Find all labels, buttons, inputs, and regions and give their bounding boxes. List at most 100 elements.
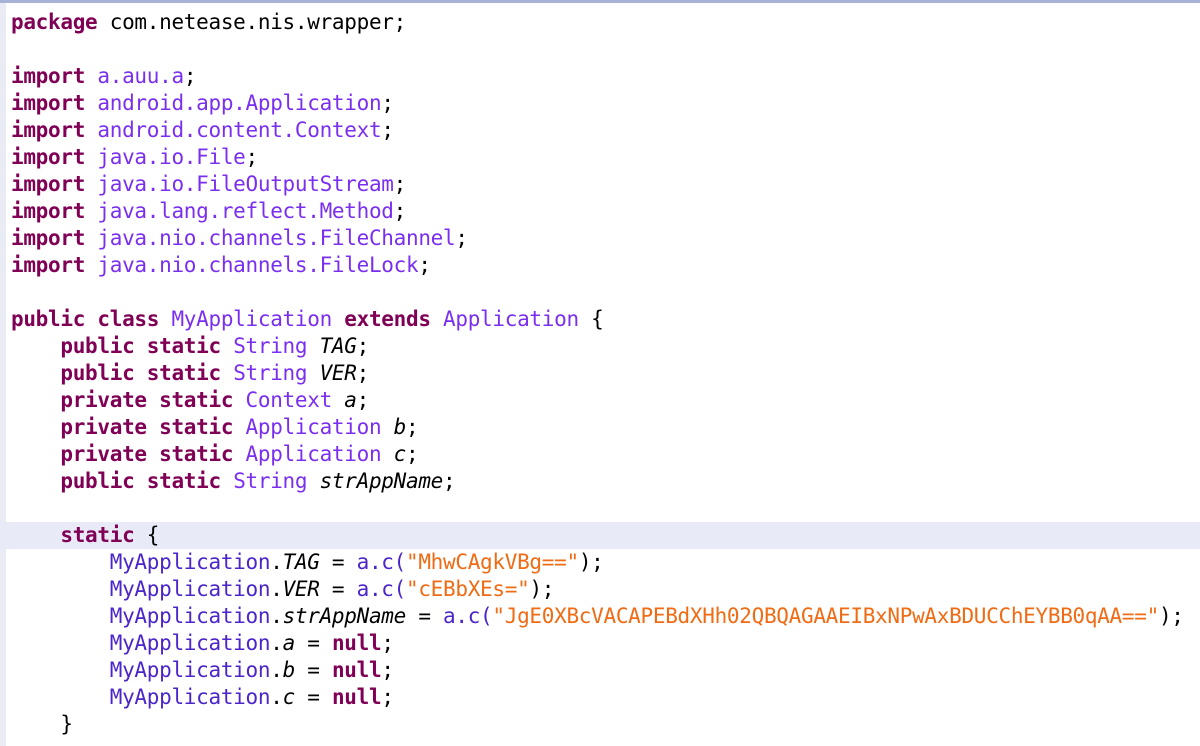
keyword: class xyxy=(97,307,160,331)
field-ref: TAG xyxy=(282,550,320,574)
editor-gutter xyxy=(0,3,6,746)
code-line-import: import java.io.FileOutputStream; xyxy=(11,172,406,196)
code-line-import: import android.content.Context; xyxy=(11,118,394,142)
string-literal: "MhwCAgkVBg==" xyxy=(406,550,579,574)
field-ref: VER xyxy=(282,577,320,601)
field-name: b xyxy=(393,415,407,439)
method-call: a.c( xyxy=(356,577,407,601)
modifiers: public static xyxy=(60,361,221,385)
code-editor[interactable]: package com.netease.nis.wrapper; import … xyxy=(0,0,1200,746)
field-name: c xyxy=(393,442,407,466)
class-ref: MyApplication xyxy=(109,658,271,682)
modifiers: public static xyxy=(60,334,221,358)
field-name: VER xyxy=(319,361,357,385)
code-line-field: private static Application c; xyxy=(60,442,419,466)
keyword: import xyxy=(11,118,86,142)
open-brace: { xyxy=(591,307,604,331)
code-line-field: public static String strAppName; xyxy=(60,469,456,493)
field-type: String xyxy=(233,361,308,385)
keyword: extends xyxy=(344,307,431,331)
code-line-package: package com.netease.nis.wrapper; xyxy=(11,10,406,34)
code-line-import: import java.nio.channels.FileLock; xyxy=(11,253,431,277)
code-line-close-brace: } xyxy=(11,711,1200,738)
field-type: Application xyxy=(245,415,382,439)
method-call: a.c( xyxy=(443,604,493,628)
code-line-assignment: MyApplication.a = null; xyxy=(109,631,394,655)
code-line-field: public static String TAG; xyxy=(60,334,369,358)
keyword: package xyxy=(11,10,98,34)
statement-end: ); xyxy=(578,550,604,574)
import-name: android.content.Context xyxy=(97,118,382,142)
null-keyword: null xyxy=(331,685,382,709)
code-line-field: private static Context a; xyxy=(60,388,369,412)
code-line-import: import a.auu.a; xyxy=(11,64,197,88)
statement-end: ; xyxy=(381,658,394,682)
statement-end: ; xyxy=(381,685,394,709)
code-line-assignment: MyApplication.VER = a.c("cEBbXEs="); xyxy=(109,577,555,601)
code-line-field: private static Application b; xyxy=(60,415,419,439)
class-ref: MyApplication xyxy=(109,550,271,574)
modifiers: private static xyxy=(60,388,234,412)
field-ref: a xyxy=(282,631,296,655)
code-line-import: import java.nio.channels.FileChannel; xyxy=(11,226,468,250)
code-line-assignment: MyApplication.TAG = a.c("MhwCAgkVBg=="); xyxy=(109,550,604,574)
keyword: import xyxy=(11,145,86,169)
modifiers: private static xyxy=(60,415,234,439)
import-name: java.io.File xyxy=(97,145,246,169)
field-ref: b xyxy=(282,658,296,682)
field-type: Application xyxy=(245,442,382,466)
string-literal: "JgE0XBcVACAPEBdXHh02QBQAGAAEIBxNPwAxBDU… xyxy=(492,604,1159,628)
code-line-static-block-current: static { xyxy=(0,522,1200,549)
method-call: a.c( xyxy=(356,550,407,574)
keyword: import xyxy=(11,64,86,88)
field-name: strAppName xyxy=(319,469,444,493)
field-name: a xyxy=(344,388,357,412)
class-ref: MyApplication xyxy=(109,577,271,601)
keyword: static xyxy=(60,523,135,547)
string-literal: "cEBbXEs=" xyxy=(406,577,530,601)
field-type: Context xyxy=(245,388,333,412)
keyword: import xyxy=(11,91,86,115)
import-name: java.nio.channels.FileLock xyxy=(97,253,419,277)
field-type: String xyxy=(233,334,308,358)
superclass-name: Application xyxy=(443,307,579,331)
code-line-field: public static String VER; xyxy=(60,361,369,385)
keyword: import xyxy=(11,199,86,223)
modifiers: public static xyxy=(60,469,221,493)
keyword: import xyxy=(11,253,86,277)
field-ref: strAppName xyxy=(282,604,407,628)
keyword: import xyxy=(11,172,86,196)
close-brace: } xyxy=(60,712,73,736)
import-name: java.nio.channels.FileChannel xyxy=(97,226,456,250)
import-name: java.io.FileOutputStream xyxy=(97,172,394,196)
statement-end: ; xyxy=(381,631,394,655)
field-name: TAG xyxy=(319,334,357,358)
code-line-import: import java.lang.reflect.Method; xyxy=(11,199,406,223)
null-keyword: null xyxy=(331,658,382,682)
class-ref: MyApplication xyxy=(109,631,271,655)
field-type: String xyxy=(233,469,308,493)
class-ref: MyApplication xyxy=(109,685,271,709)
package-name: com.netease.nis.wrapper xyxy=(109,10,394,34)
code-line-import: import java.io.File; xyxy=(11,145,258,169)
import-name: java.lang.reflect.Method xyxy=(97,199,394,223)
open-brace: { xyxy=(146,523,160,547)
code-line-assignment: MyApplication.b = null; xyxy=(109,658,394,682)
import-name: a.auu.a xyxy=(97,64,184,88)
keyword: public xyxy=(11,307,86,331)
code-line-assignment: MyApplication.strAppName = a.c("JgE0XBcV… xyxy=(109,604,1184,628)
modifiers: private static xyxy=(60,442,234,466)
code-line-assignment: MyApplication.c = null; xyxy=(109,685,394,709)
code-area[interactable]: package com.netease.nis.wrapper; import … xyxy=(0,9,1200,738)
null-keyword: null xyxy=(331,631,382,655)
code-line-class-declaration: public class MyApplication extends Appli… xyxy=(11,306,1200,333)
import-name: android.app.Application xyxy=(97,91,382,115)
class-name: MyApplication xyxy=(171,307,332,331)
field-ref: c xyxy=(282,685,296,709)
keyword: import xyxy=(11,226,86,250)
class-ref: MyApplication xyxy=(109,604,271,628)
statement-end: ); xyxy=(1158,604,1184,628)
code-line-import: import android.app.Application; xyxy=(11,91,394,115)
